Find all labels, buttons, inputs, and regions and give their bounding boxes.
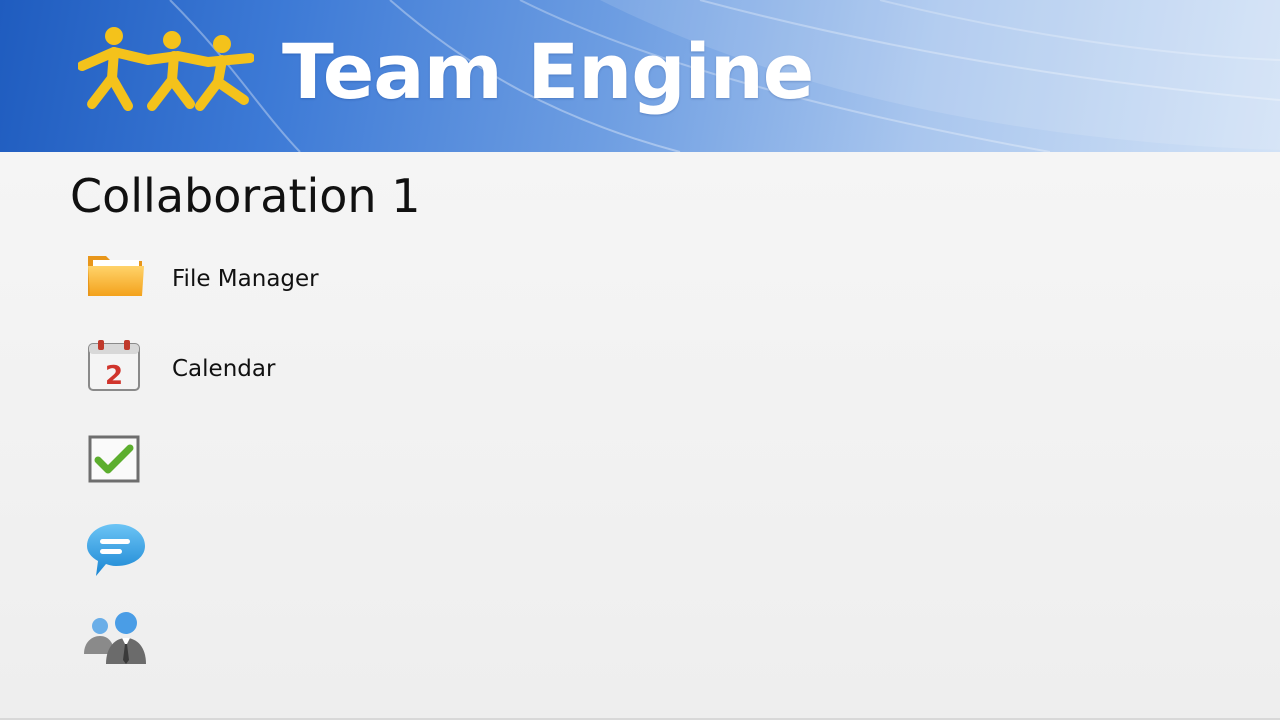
chat-bubble-icon (87, 524, 145, 576)
calendar-icon: 2 (88, 340, 140, 391)
menu-item-tasks[interactable] (84, 430, 444, 490)
menu-item-calendar[interactable]: 2 Calendar (84, 338, 444, 398)
menu-item-label: File Manager (172, 266, 319, 292)
svg-text:2: 2 (105, 361, 123, 391)
team-people-logo-icon (78, 27, 254, 111)
checkbox-icon (88, 435, 140, 483)
page-title: Collaboration 1 (70, 169, 421, 223)
menu-item-file-manager[interactable]: File Manager (84, 248, 444, 308)
users-icon (84, 612, 146, 664)
menu-item-chat[interactable] (84, 520, 444, 580)
brand-title: Team Engine (282, 27, 814, 116)
menu-item-label: Calendar (172, 356, 276, 382)
folder-icon (88, 256, 144, 296)
menu-item-users[interactable] (84, 610, 444, 670)
header-banner: Team Engine (0, 0, 1280, 152)
